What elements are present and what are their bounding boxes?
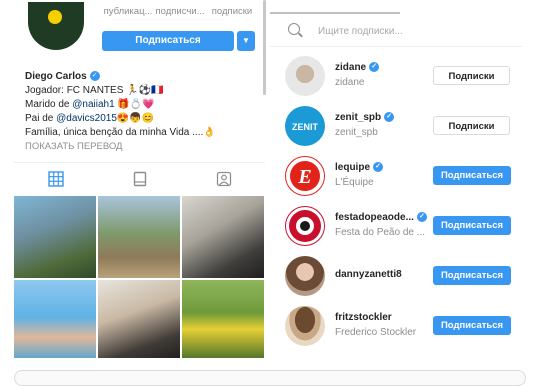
stat-followers-label: подписчи... — [155, 6, 205, 17]
chevron-down-icon[interactable]: ▼ — [237, 31, 255, 51]
mention-link-davics2015[interactable]: @davics2015 — [56, 113, 117, 124]
username-text: lequipe — [335, 162, 371, 173]
following-button[interactable]: Подписки — [433, 116, 510, 135]
full-name: zidane — [335, 77, 365, 88]
scrollbar[interactable] — [263, 0, 266, 95]
full-name: Frederico Stockler — [335, 327, 417, 338]
stat-posts[interactable]: публикац... — [102, 2, 154, 18]
list-item[interactable]: festadopeaode... ✓ Festa do Peão de ... П… — [270, 203, 522, 253]
avatar[interactable]: E — [285, 156, 325, 196]
post-thumbnail[interactable] — [182, 280, 264, 358]
bio-line-3-suffix: 😍👦😊 — [116, 113, 155, 124]
avatar[interactable] — [285, 306, 325, 346]
profile-tabs — [14, 162, 265, 195]
list-item[interactable]: fritzstockler Frederico Stockler Подписа… — [270, 303, 522, 353]
username-text: zidane — [335, 62, 367, 73]
full-name: L'Équipe — [335, 177, 374, 188]
grid-icon[interactable] — [47, 171, 65, 187]
following-button[interactable]: Подписки — [433, 66, 510, 85]
list-item[interactable]: E lequipe ✓ L'Équipe Подписаться — [270, 153, 522, 203]
username: zidane ✓ — [335, 62, 380, 73]
scroll-indicator — [270, 12, 400, 14]
stat-followers[interactable]: подписчи... — [154, 2, 206, 18]
post-thumbnail[interactable] — [182, 196, 264, 278]
mention-link-naiiah1[interactable]: @naiiah1 — [72, 99, 114, 110]
follow-button[interactable]: Подписаться — [433, 266, 511, 285]
subscribe-button[interactable]: Подписаться — [102, 31, 234, 51]
username: fritzstockler — [335, 312, 392, 323]
post-thumbnail[interactable] — [98, 280, 180, 358]
full-name: zenit_spb — [335, 127, 378, 138]
username: festadopeaode... ✓ — [335, 212, 427, 223]
translate-link[interactable]: ПОКАЗАТЬ ПЕРЕВОД — [25, 140, 260, 154]
avatar-photo-detail — [48, 10, 62, 24]
stat-following[interactable]: подписки — [206, 2, 258, 18]
follow-button[interactable]: Подписаться — [433, 166, 511, 185]
avatar[interactable] — [285, 56, 325, 96]
bio-line-3: Pai de @davics2015😍👦😊 — [25, 112, 260, 126]
post-thumbnail[interactable] — [98, 196, 180, 278]
search-icon — [288, 23, 300, 35]
follow-button[interactable]: Подписаться — [433, 216, 511, 235]
following-screen: zidane✓ zidane Подписки ZENIT zenit_spb✓… — [270, 0, 522, 358]
verified-icon: ✓ — [369, 62, 380, 73]
profile-stats: публикац... подписчи... подписки — [102, 2, 257, 28]
profile-bio: Diego Carlos ✓ Jogador: FC NANTES 🏃⚽🇫🇷 Ma… — [25, 70, 260, 154]
svg-text:E: E — [297, 166, 311, 188]
post-thumbnail[interactable] — [14, 196, 96, 278]
tagged-icon[interactable] — [215, 171, 233, 187]
avatar[interactable] — [285, 206, 325, 246]
username: dannyzanetti8 — [335, 269, 402, 280]
verified-icon: ✓ — [384, 112, 395, 123]
post-thumbnail[interactable] — [14, 280, 96, 358]
bio-line-1: Jogador: FC NANTES 🏃⚽🇫🇷 — [25, 85, 164, 96]
profile-screen: публикац... подписчи... подписки Подписа… — [0, 0, 265, 358]
profile-name: Diego Carlos — [25, 71, 87, 82]
bio-line-3-prefix: Pai de — [25, 113, 57, 124]
username-text: zenit_spb — [335, 112, 382, 123]
search-bar — [288, 22, 518, 42]
profile-avatar[interactable] — [28, 2, 84, 50]
stat-posts-label: публикац... — [103, 6, 153, 17]
list-item[interactable]: zidane ✓ zidane Подписки — [270, 53, 522, 103]
list-item[interactable]: ZENIT zenit_spb ✓ zenit_spb Подписки — [270, 103, 522, 153]
bottom-sheet-edge — [14, 370, 526, 386]
verified-icon: ✓ — [373, 162, 384, 173]
username-text: festadopeaode... — [335, 212, 414, 223]
bio-line-4: Família, única benção da minha Vida ....… — [25, 127, 216, 138]
bio-line-2: Marido de @naiiah1 🎁💍💗 — [25, 98, 260, 112]
list-item[interactable]: dannyzanetti8 Подписаться — [270, 253, 522, 303]
follow-button[interactable]: Подписаться — [433, 316, 511, 335]
avatar[interactable]: ZENIT — [285, 106, 325, 146]
bio-line-2-prefix: Marido de — [25, 99, 73, 110]
verified-icon: ✓ — [416, 212, 427, 223]
svg-text:ZENIT: ZENIT — [292, 122, 319, 132]
search-input[interactable] — [318, 22, 498, 40]
full-name: Festa do Peão de ... — [335, 227, 426, 238]
username: lequipe ✓ — [335, 162, 384, 173]
divider — [270, 46, 522, 47]
verified-icon: ✓ — [89, 71, 100, 82]
username: zenit_spb ✓ — [335, 112, 395, 123]
bio-line-2-suffix: 🎁💍💗 — [114, 99, 155, 110]
feed-icon[interactable] — [131, 171, 149, 187]
avatar[interactable] — [285, 256, 325, 296]
stat-following-label: подписки — [211, 6, 253, 17]
